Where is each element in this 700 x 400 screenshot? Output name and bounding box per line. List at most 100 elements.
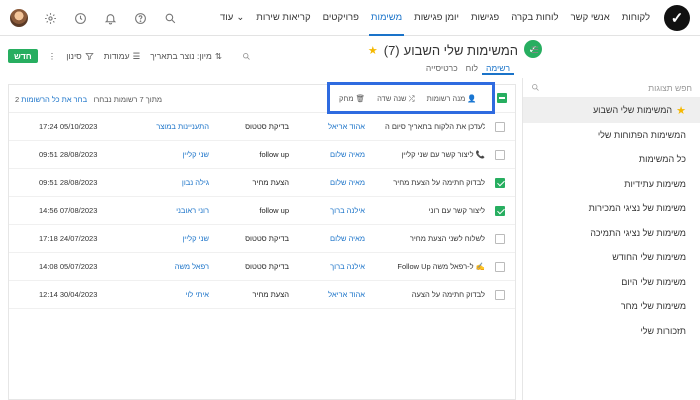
row-checkbox[interactable] [495, 262, 505, 272]
views-search-input[interactable]: חפש תצוגות [648, 83, 692, 93]
more-options-icon[interactable]: ⋮ [48, 51, 57, 62]
nav-more-menu[interactable]: עוד ⌄ [214, 0, 250, 36]
task-title[interactable]: ליצור קשר עם שני קליין 📞 [385, 150, 485, 159]
task-title[interactable]: ליצור קשר עם רוני [385, 206, 485, 215]
page-title-count: (7) [383, 42, 400, 58]
sort-icon: ⇅ [214, 50, 222, 61]
sidebar-item-all-tasks[interactable]: כל המשימות [523, 147, 700, 172]
row-checkbox[interactable] [495, 290, 505, 300]
tasks-table: 2 מתוך 7 רשומות נבחרו בחר את כל הרשומות … [8, 82, 516, 400]
task-assignee[interactable]: מאיה שלום [330, 178, 365, 187]
hamburger-menu-icon[interactable]: ☰ [531, 45, 539, 56]
sidebar-item-label: משימות שלי מחר [620, 301, 686, 312]
task-assignee[interactable]: מאיה שלום [330, 150, 365, 159]
task-assignee[interactable]: אהוד אריאל [328, 290, 365, 299]
table-row[interactable]: ליצור קשר עם שני קליין 📞 מאיה שלום follow … [9, 141, 515, 169]
columns-button[interactable]: עמודות ☰ [104, 51, 140, 62]
toolbar: חדש ⋮ סינון עמודות ☰ מיון: נוצר בתאריך ⇅ [8, 48, 251, 64]
search-icon [532, 84, 539, 91]
columns-label: עמודות [103, 51, 130, 61]
new-button[interactable]: חדש [8, 49, 38, 63]
search-icon[interactable] [242, 52, 251, 61]
sidebar-item-my-week-tasks[interactable]: המשימות שלי השבוע ★ [523, 98, 700, 123]
bell-icon[interactable] [102, 10, 118, 26]
filter-label: סינון [66, 51, 82, 61]
columns-icon: ☰ [132, 50, 141, 61]
task-contact[interactable]: שני קליין [129, 150, 209, 159]
table-row[interactable]: ליצור קשר עם רוני אילנה ברוך follow up רוני… [9, 197, 515, 225]
star-icon[interactable]: ★ [368, 44, 378, 57]
task-title[interactable]: לשלוח לשני הצעת מחיר [385, 234, 485, 243]
app-logo[interactable]: ✓ [664, 5, 690, 31]
nav-item-contacts[interactable]: אנשי קשר [565, 0, 616, 36]
sidebar-item-today-tasks[interactable]: משימות שלי היום [523, 270, 700, 295]
task-title[interactable]: לבדוק חתימה על הצעה [385, 290, 485, 299]
task-contact[interactable]: שני קליין [129, 234, 209, 243]
row-checkbox[interactable] [495, 122, 505, 132]
search-icon[interactable] [162, 10, 178, 26]
views-sidebar: חפש תצוגות המשימות שלי השבוע ★ המשימות ה… [522, 78, 700, 400]
avatar[interactable] [10, 9, 28, 27]
sidebar-item-tomorrow-tasks[interactable]: משימות שלי מחר [523, 294, 700, 319]
nav-item-tasks[interactable]: משימות [365, 0, 408, 36]
row-checkbox[interactable] [495, 178, 505, 188]
tab-list[interactable]: רשימה [481, 61, 514, 75]
gear-icon[interactable] [42, 10, 58, 26]
table-row[interactable]: לעדכן את הלקוח בתאריך סיום ה... אהוד אריא… [9, 113, 515, 141]
clock-icon[interactable] [72, 10, 88, 26]
task-status: הצעת מחיר [252, 178, 289, 187]
task-contact[interactable]: רפאל משה [129, 262, 209, 271]
nav-item-calendar[interactable]: יומן פגישות [408, 0, 465, 36]
task-assignee[interactable]: אהוד אריאל [328, 122, 365, 131]
table-row[interactable]: לבדוק חתימה על הצעה אהוד אריאל הצעת מחיר אי… [9, 281, 515, 309]
tab-cards[interactable]: כרטיסייה [422, 61, 462, 75]
sort-label: מיון: נוצר בתאריך [150, 51, 212, 61]
top-navigation-bar: ✓ לקוחות אנשי קשר לוחות בקרה פגישות יומן… [0, 0, 700, 36]
task-assignee[interactable]: אילנה ברוך [330, 206, 365, 215]
task-title[interactable]: Follow Up ל-רפאל משה ✍️ [385, 262, 485, 271]
task-date: 17:18 24/07/2023 [39, 234, 98, 243]
nav-item-customers[interactable]: לקוחות [616, 0, 656, 36]
tab-board[interactable]: לוח [462, 61, 482, 75]
nav-item-projects[interactable]: פרויקטים [317, 0, 365, 36]
row-checkbox[interactable] [495, 150, 505, 160]
views-search[interactable]: חפש תצוגות [523, 78, 700, 98]
task-date: 09:51 28/08/2023 [39, 150, 98, 159]
select-all-checkbox[interactable] [497, 93, 507, 103]
sidebar-item-support-tasks[interactable]: משימות של נציגי התמיכה [523, 221, 700, 246]
task-date: 17:24 05/10/2023 [39, 122, 98, 131]
sidebar-item-label: המשימות שלי השבוע [592, 105, 673, 116]
select-all-link[interactable]: בחר את כל הרשומות [21, 95, 87, 104]
filter-button[interactable]: סינון [66, 51, 94, 61]
task-contact[interactable]: רוני ראובני [129, 206, 209, 215]
page-title: (7) המשימות שלי השבוע [384, 43, 518, 58]
selection-info: 2 מתוך 7 רשומות נבחרו בחר את כל הרשומות [15, 95, 162, 104]
task-contact[interactable]: התעניינות במוצר [129, 122, 209, 131]
top-icons [10, 0, 178, 36]
row-checkbox[interactable] [495, 206, 505, 216]
sort-button[interactable]: מיון: נוצר בתאריך ⇅ [150, 51, 222, 62]
task-assignee[interactable]: אילנה ברוך [330, 262, 365, 271]
sidebar-item-future-tasks[interactable]: משימות עתידיות [523, 172, 700, 197]
table-row[interactable]: לבדוק חתימה על הצעת מחיר מאיה שלום הצעת מח… [9, 169, 515, 197]
task-assignee[interactable]: מאיה שלום [330, 234, 365, 243]
task-contact[interactable]: איתי לוי [129, 290, 209, 299]
sidebar-item-month-tasks[interactable]: משימות שלי החודש [523, 245, 700, 270]
task-title[interactable]: לעדכן את הלקוח בתאריך סיום ה... [385, 122, 485, 131]
sidebar-item-sales-tasks[interactable]: משימות של נציגי המכירות [523, 196, 700, 221]
sidebar-item-my-open-tasks[interactable]: המשימות הפתוחות שלי [523, 123, 700, 148]
nav-item-service-calls[interactable]: קריאות שירות [250, 0, 316, 36]
table-row[interactable]: לשלוח לשני הצעת מחיר מאיה שלום בדיקת סטטוס… [9, 225, 515, 253]
nav-item-dashboards[interactable]: לוחות בקרה [505, 0, 564, 36]
main-nav: לקוחות אנשי קשר לוחות בקרה פגישות יומן פ… [214, 0, 656, 36]
sidebar-item-label: משימות של נציגי התמיכה [590, 227, 686, 238]
row-checkbox[interactable] [495, 234, 505, 244]
table-row[interactable]: Follow Up ל-רפאל משה ✍️ אילנה ברוך בדיקת ס… [9, 253, 515, 281]
star-icon: ★ [676, 104, 686, 117]
sidebar-item-reminders[interactable]: תזכורות שלי [523, 319, 700, 344]
task-contact[interactable]: גילה נבון [129, 178, 209, 187]
help-icon[interactable] [132, 10, 148, 26]
task-title[interactable]: לבדוק חתימה על הצעת מחיר [385, 178, 485, 187]
task-status: follow up [259, 206, 289, 215]
nav-item-meetings[interactable]: פגישות [465, 0, 505, 36]
